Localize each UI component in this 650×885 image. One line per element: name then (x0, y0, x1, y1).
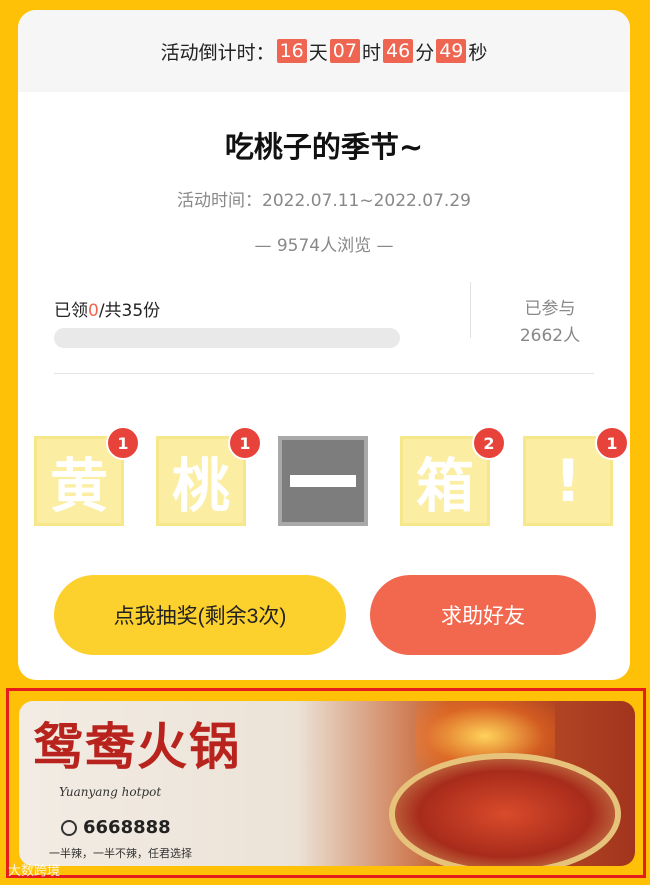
countdown-minutes-unit: 分 (415, 41, 435, 64)
claimed-text: 已领0/共35份 (54, 296, 160, 321)
claim-progress-bar (54, 328, 400, 348)
joined-label: 已参与 (524, 299, 576, 319)
horizontal-divider (54, 373, 594, 374)
claimed-count: 0 (88, 301, 99, 321)
tile-badge: 2 (472, 426, 506, 460)
ad-title: 鸳鸯火锅 (33, 717, 241, 776)
tile-char: 桃 (171, 452, 230, 520)
activity-time: 活动时间：2022.07.11~2022.07.29 (177, 191, 471, 211)
tile-char: 箱 (415, 452, 474, 520)
ad-phone-number: 6668888 (83, 817, 171, 838)
tile-char: 黄 (49, 452, 108, 520)
phone-icon (61, 820, 77, 836)
tile-badge: 1 (106, 426, 140, 460)
dash-icon (290, 475, 356, 487)
countdown-days: 16 (276, 39, 307, 63)
tile-xiang[interactable]: 箱 2 (400, 426, 506, 526)
countdown-label: 活动倒计时： (160, 41, 275, 64)
ask-friends-button[interactable]: 求助好友 (370, 575, 596, 655)
ad-subtitle: Yuanyang hotpot (59, 785, 162, 799)
ad-image[interactable]: 鸳鸯火锅 Yuanyang hotpot 6668888 一半辣，一半不辣，任君… (19, 701, 635, 866)
tile-tao[interactable]: 桃 1 (156, 426, 262, 526)
view-count: — 9574人浏览 — (254, 236, 394, 256)
stats-panel: 已领0/共35份 已参与 2662人 (18, 280, 630, 370)
tile-char: ! (554, 447, 582, 515)
countdown-bar: 活动倒计时： 16 天 07 时 46 分 49 秒 (18, 10, 630, 92)
countdown-seconds: 49 (436, 39, 467, 63)
collect-tiles: 黄 1 桃 1 箱 2 ! 1 (18, 426, 630, 530)
vertical-divider (470, 282, 471, 338)
countdown-hours-unit: 时 (361, 41, 381, 64)
claimed-suffix: /共35份 (98, 301, 161, 321)
countdown-hours: 07 (329, 39, 360, 63)
countdown-minutes: 46 (383, 39, 414, 63)
hotpot-image (395, 759, 615, 866)
hotpot-ad-banner[interactable]: 鸳鸯火锅 Yuanyang hotpot 6668888 一半辣，一半不辣，任君… (6, 688, 646, 878)
tile-exclamation[interactable]: ! 1 (523, 426, 629, 526)
watermark: 大数跨境 (8, 864, 61, 879)
ad-slogan: 一半辣，一半不辣，任君选择 (49, 847, 192, 860)
countdown-days-unit: 天 (308, 41, 328, 64)
claimed-prefix: 已领 (54, 301, 88, 321)
joined-count-block: 已参与 2662人 (488, 296, 612, 350)
activity-card: 活动倒计时： 16 天 07 时 46 分 49 秒 吃桃子的季节~ 活动时间：… (18, 10, 630, 680)
countdown-seconds-unit: 秒 (468, 41, 488, 64)
tile-badge: 1 (595, 426, 629, 460)
ad-phone: 6668888 (61, 817, 171, 838)
tile-huang[interactable]: 黄 1 (34, 426, 140, 526)
joined-count: 2662人 (519, 326, 581, 346)
tile-badge: 1 (228, 426, 262, 460)
tile-yi-locked[interactable] (278, 436, 368, 526)
page-title: 吃桃子的季节~ (224, 130, 424, 164)
draw-lottery-button[interactable]: 点我抽奖(剩余3次) (54, 575, 346, 655)
